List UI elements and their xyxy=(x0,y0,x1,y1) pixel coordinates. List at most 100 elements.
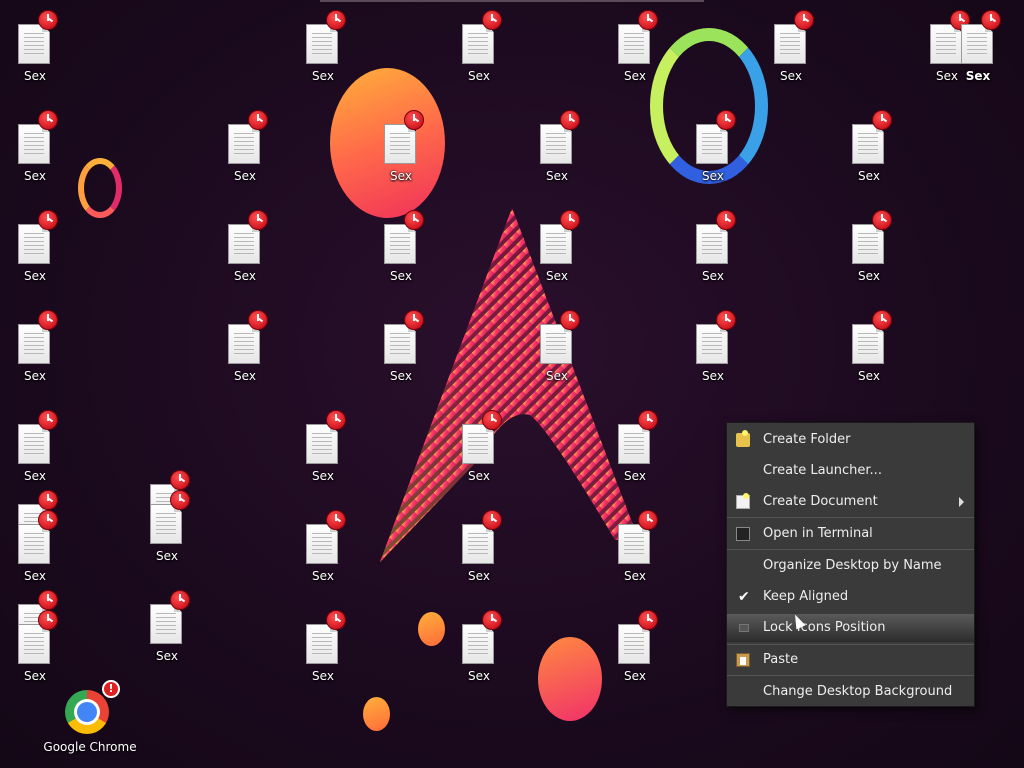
desktop-file-icon[interactable]: Sex xyxy=(838,310,900,398)
shortcut-clock-badge-icon xyxy=(404,210,424,230)
text-document-icon xyxy=(306,624,338,664)
menu-item-organize-by-name[interactable]: Organize Desktop by Name xyxy=(727,552,974,580)
folder-new-icon xyxy=(736,430,750,447)
shortcut-clock-badge-icon xyxy=(326,610,346,630)
text-document-icon xyxy=(18,124,50,164)
desktop-file-icon[interactable]: Sex xyxy=(292,10,354,98)
desktop-file-label: Sex xyxy=(624,569,646,583)
desktop-file-icon[interactable]: Sex xyxy=(370,310,432,398)
desktop-file-icon[interactable]: Sex xyxy=(604,510,666,598)
desktop-file-icon[interactable]: Sex xyxy=(4,10,66,98)
desktop-file-icon[interactable]: Sex xyxy=(370,110,432,198)
desktop-file-icon[interactable]: Sex xyxy=(947,10,1009,98)
shortcut-clock-badge-icon xyxy=(560,210,580,230)
desktop-file-icon[interactable]: Sex xyxy=(448,410,510,498)
shortcut-clock-badge-icon xyxy=(38,110,58,130)
desktop-file-icon[interactable]: Sex xyxy=(214,210,276,298)
desktop-file-label: Sex xyxy=(624,469,646,483)
text-document-icon xyxy=(18,424,50,464)
desktop-file-icon[interactable]: Sex xyxy=(448,510,510,598)
menu-item-create-document[interactable]: Create Document xyxy=(727,488,974,516)
menu-item-keep-aligned[interactable]: ✔ Keep Aligned xyxy=(727,583,974,611)
shortcut-clock-badge-icon xyxy=(716,110,736,130)
desktop-file-icon[interactable]: Sex xyxy=(682,210,744,298)
desktop-file-label: Sex xyxy=(312,669,334,683)
menu-item-open-terminal[interactable]: Open in Terminal xyxy=(727,520,974,548)
desktop-file-label: Sex xyxy=(468,669,490,683)
desktop-file-label: Sex xyxy=(546,369,568,383)
chrome-label: Google Chrome xyxy=(43,740,137,754)
desktop-file-icon[interactable]: Sex xyxy=(4,110,66,198)
desktop-file-label: Sex xyxy=(858,369,880,383)
desktop-file-label: Sex xyxy=(234,269,256,283)
desktop-file-icon[interactable]: Sex xyxy=(682,310,744,398)
wallpaper-ring-small xyxy=(78,158,122,218)
shortcut-clock-badge-icon xyxy=(326,10,346,30)
desktop-file-icon[interactable]: Sex xyxy=(4,510,66,598)
desktop-file-icon[interactable]: Sex xyxy=(214,310,276,398)
text-document-icon xyxy=(306,424,338,464)
desktop-file-icon[interactable]: Sex xyxy=(526,210,588,298)
shortcut-clock-badge-icon xyxy=(638,610,658,630)
menu-item-change-background[interactable]: Change Desktop Background xyxy=(727,678,974,706)
menu-item-label: Keep Aligned xyxy=(763,589,849,604)
desktop-file-label: Sex xyxy=(546,169,568,183)
desktop-file-icon[interactable]: Sex xyxy=(526,110,588,198)
shortcut-clock-badge-icon xyxy=(248,110,268,130)
desktop-file-icon[interactable]: Sex xyxy=(604,410,666,498)
desktop-file-label: Sex xyxy=(468,569,490,583)
menu-item-paste[interactable]: Paste xyxy=(727,646,974,674)
desktop-file-label: Sex xyxy=(24,469,46,483)
desktop-file-icon[interactable]: Sex xyxy=(526,310,588,398)
shortcut-clock-badge-icon xyxy=(560,110,580,130)
desktop-file-icon[interactable]: Sex xyxy=(604,610,666,698)
shortcut-clock-badge-icon xyxy=(716,210,736,230)
desktop-file-icon[interactable]: Sex xyxy=(292,510,354,598)
desktop-file-icon[interactable]: Sex xyxy=(448,610,510,698)
desktop-file-icon[interactable]: Sex xyxy=(292,610,354,698)
text-document-icon xyxy=(18,224,50,264)
desktop-file-icon[interactable]: Sex xyxy=(838,210,900,298)
menu-item-label: Create Folder xyxy=(763,432,851,447)
paste-icon xyxy=(736,653,750,667)
shortcut-clock-badge-icon xyxy=(38,10,58,30)
desktop-file-icon[interactable]: Sex xyxy=(4,610,66,698)
desktop-file-label: Sex xyxy=(468,69,490,83)
desktop-file-icon[interactable]: Sex xyxy=(292,410,354,498)
menu-item-create-folder[interactable]: Create Folder xyxy=(727,426,974,454)
desktop-file-icon[interactable]: Sex xyxy=(448,10,510,98)
shortcut-clock-badge-icon xyxy=(326,510,346,530)
shortcut-clock-badge-icon xyxy=(248,210,268,230)
shortcut-clock-badge-icon xyxy=(482,10,502,30)
desktop-file-icon[interactable]: Sex xyxy=(4,210,66,298)
desktop-file-icon[interactable]: Sex xyxy=(370,210,432,298)
google-chrome-launcher[interactable]: ! Google Chrome xyxy=(43,680,137,754)
desktop-file-icon[interactable]: Sex xyxy=(214,110,276,198)
text-document-icon xyxy=(462,24,494,64)
checkmark-icon: ✔ xyxy=(738,589,750,605)
desktop-file-icon[interactable]: Sex xyxy=(838,110,900,198)
menu-item-lock-icons-position[interactable]: Lock Icons Position xyxy=(727,614,974,642)
shortcut-clock-badge-icon xyxy=(404,310,424,330)
menu-item-label: Create Document xyxy=(763,494,878,509)
wallpaper-dot xyxy=(418,612,445,646)
text-document-icon xyxy=(306,24,338,64)
shortcut-clock-badge-icon xyxy=(638,410,658,430)
shortcut-clock-badge-icon xyxy=(981,10,1001,30)
submenu-arrow-icon xyxy=(959,497,964,507)
text-document-icon xyxy=(696,224,728,264)
text-document-icon xyxy=(852,324,884,364)
desktop-file-icon[interactable]: Sex xyxy=(760,10,822,98)
menu-item-label: Paste xyxy=(763,652,799,667)
desktop-file-icon[interactable]: Sex xyxy=(136,490,198,578)
desktop-file-icon[interactable]: Sex xyxy=(4,410,66,498)
desktop-file-icon[interactable]: Sex xyxy=(682,110,744,198)
menu-item-create-launcher[interactable]: Create Launcher... xyxy=(727,457,974,485)
wallpaper-blob-red xyxy=(538,637,602,721)
desktop-file-label: Sex xyxy=(156,549,178,563)
desktop-file-icon[interactable]: Sex xyxy=(604,10,666,98)
desktop-file-icon[interactable]: Sex xyxy=(4,310,66,398)
desktop-file-icon[interactable]: Sex xyxy=(136,590,198,678)
text-document-icon xyxy=(696,324,728,364)
desktop-context-menu: Create Folder Create Launcher... Create … xyxy=(726,422,975,707)
